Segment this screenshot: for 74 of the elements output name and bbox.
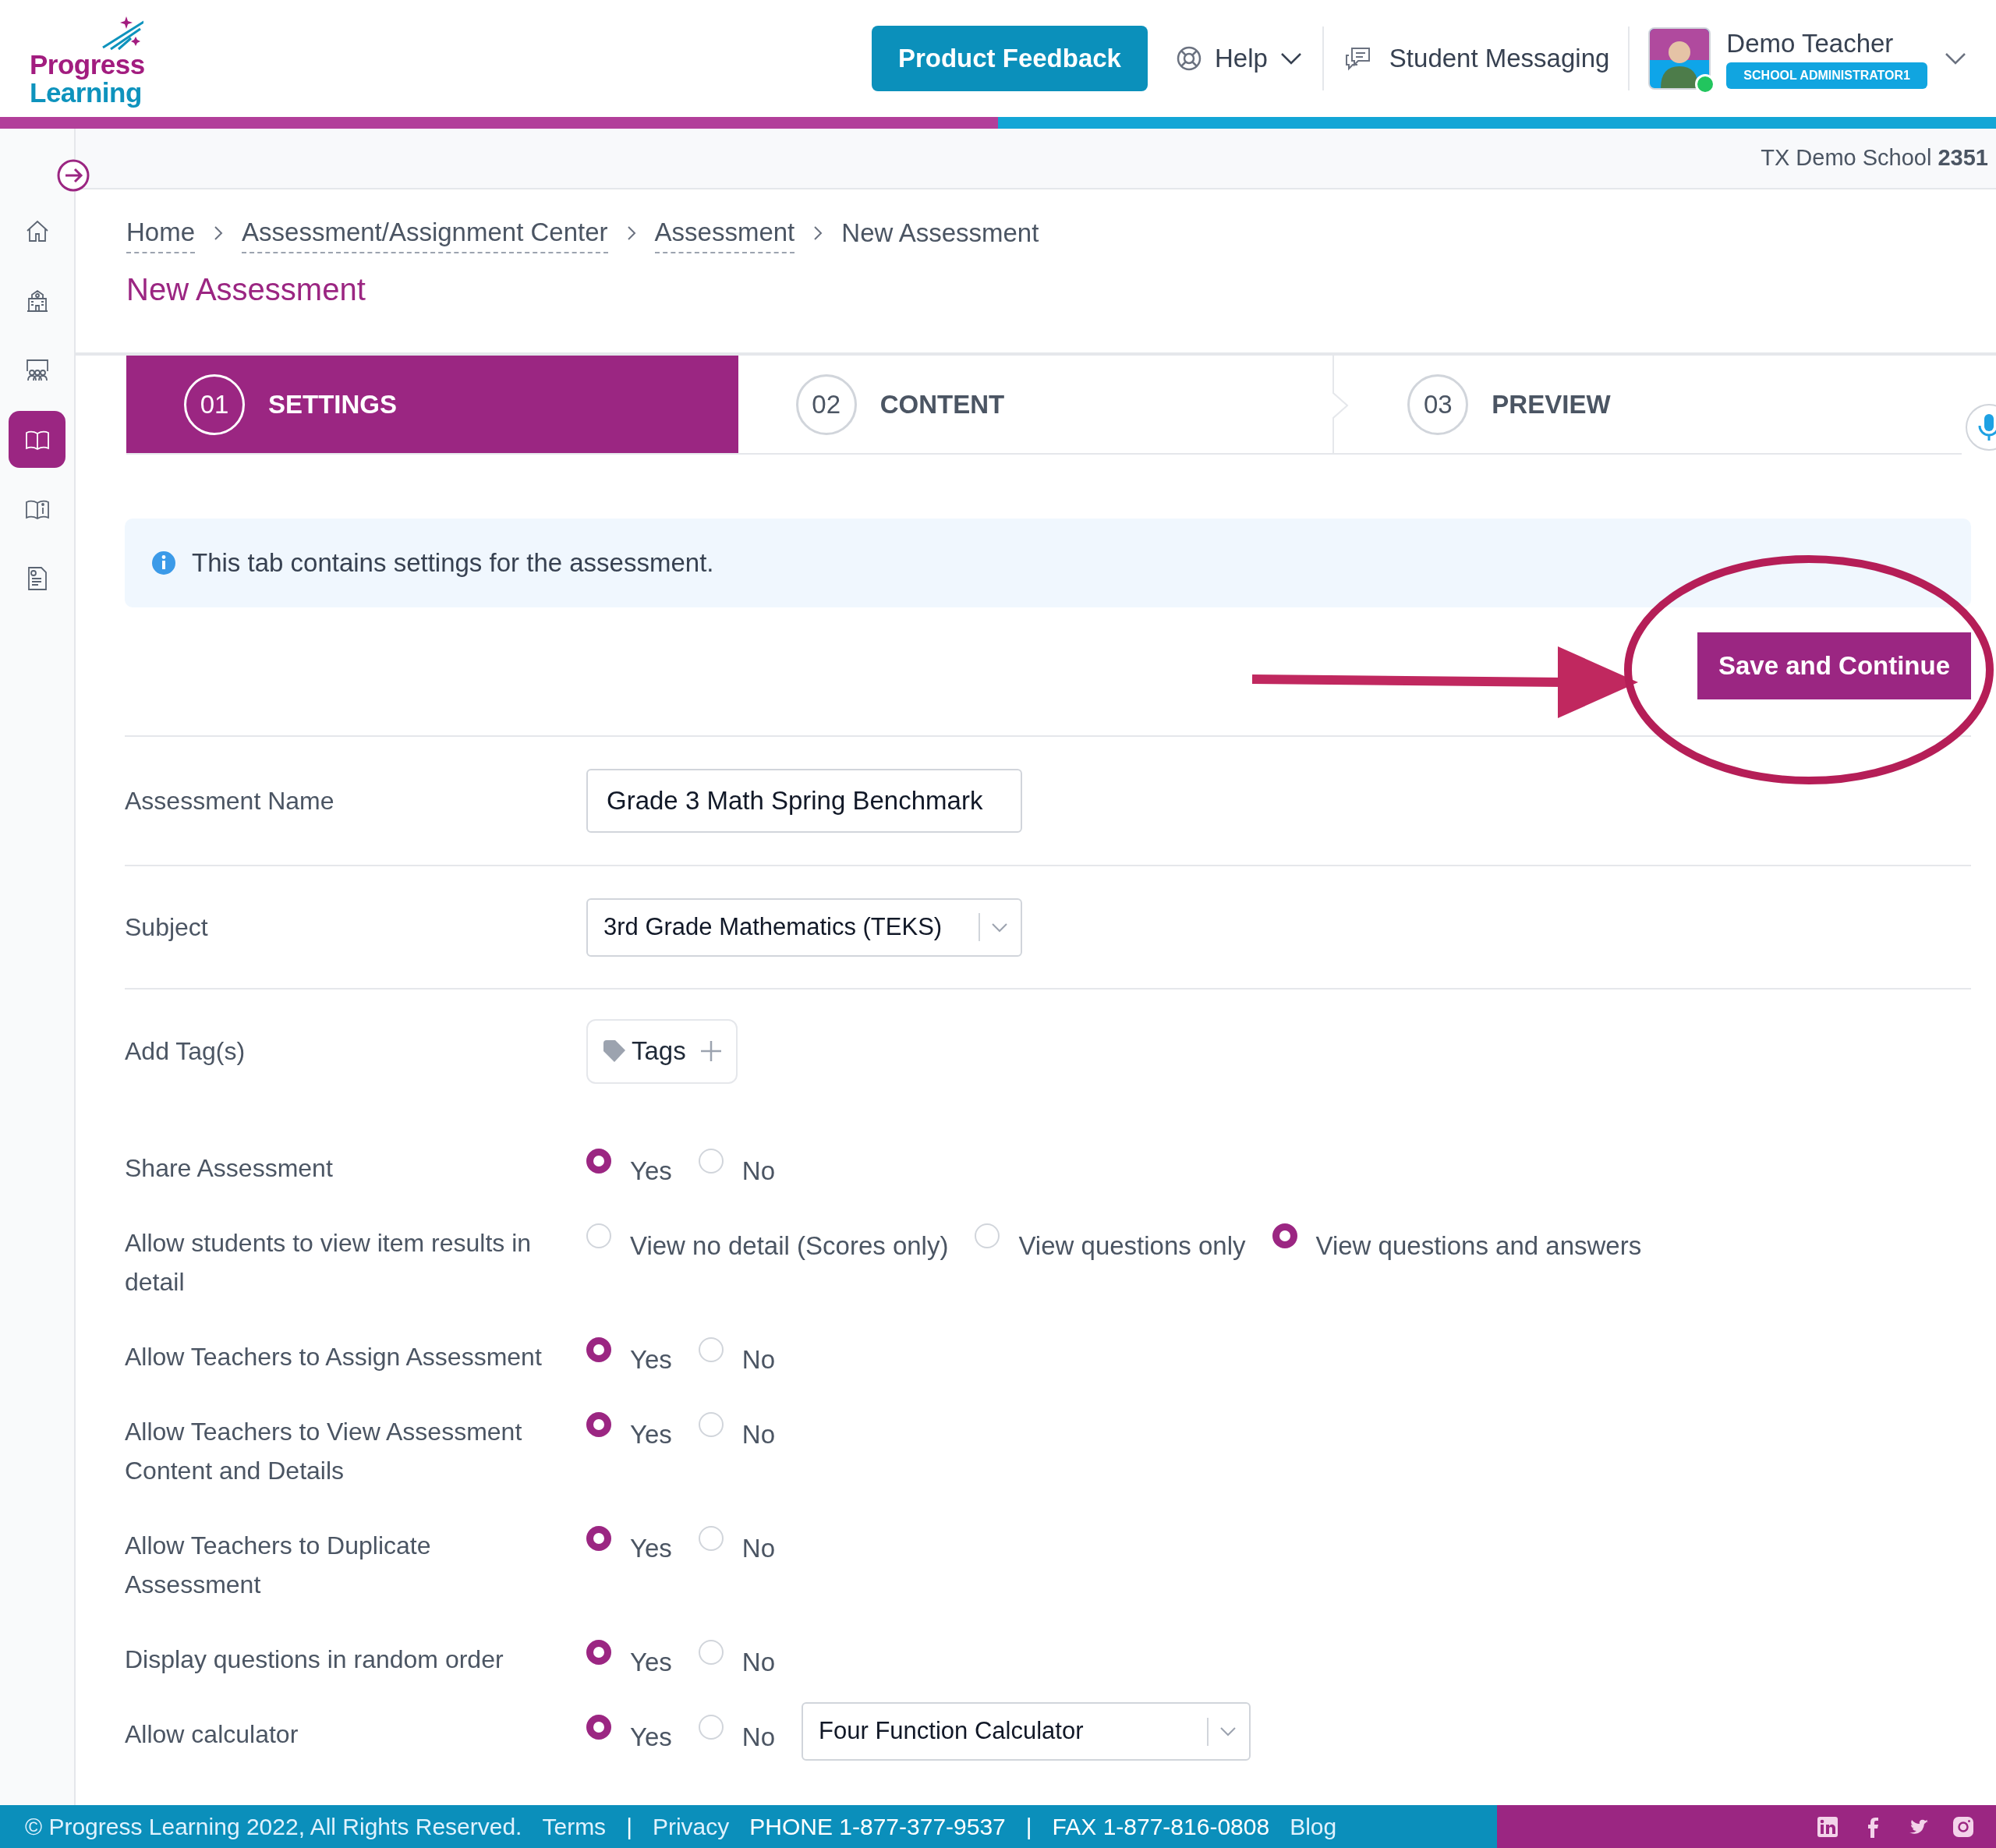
field-label: Allow students to view item results in detail [125, 1228, 533, 1297]
role-badge: SCHOOL ADMINISTRATOR1 [1726, 62, 1927, 89]
breadcrumb-current: New Assessment [841, 218, 1039, 249]
avatar[interactable] [1648, 27, 1711, 90]
field-label: Allow calculator [125, 1719, 299, 1750]
chevron-down-icon[interactable] [1945, 52, 1966, 65]
radio-option[interactable]: Yes [586, 1715, 672, 1754]
radio-button[interactable] [586, 1640, 611, 1665]
expand-sidebar-icon[interactable] [56, 158, 90, 193]
field-label: Share Assessment [125, 1153, 334, 1184]
plus-icon [699, 1040, 722, 1062]
radio-option[interactable]: No [698, 1640, 776, 1679]
lifebuoy-icon [1175, 45, 1202, 72]
radio-option[interactable]: View questions only [975, 1223, 1246, 1262]
student-messaging-link[interactable]: Student Messaging [1343, 39, 1610, 78]
sidebar-item[interactable] [9, 411, 65, 468]
radio-option[interactable]: Yes [586, 1337, 672, 1376]
chevron-right-icon [626, 225, 636, 241]
subject-dropdown[interactable]: 3rd Grade Mathematics (TEKS) [586, 897, 1022, 957]
chevron-right-icon [214, 225, 224, 241]
logo[interactable]: Progress Learning [30, 10, 145, 107]
field-label: Subject [125, 912, 209, 943]
radio-option[interactable]: Yes [586, 1526, 672, 1565]
radio-option[interactable]: No [698, 1715, 776, 1754]
instagram-icon[interactable] [1952, 1815, 1974, 1838]
tag-icon [602, 1039, 627, 1064]
separator: | [1025, 1813, 1032, 1841]
radio-option[interactable]: Yes [586, 1640, 672, 1679]
radio-button[interactable] [586, 1526, 611, 1551]
tags-button[interactable]: Tags [586, 1018, 738, 1084]
info-icon [151, 551, 176, 575]
save-and-continue-button[interactable]: Save and Continue [1697, 632, 1971, 699]
breadcrumb-link[interactable]: Assessment/Assignment Center [242, 213, 608, 253]
field-label: Allow Teachers to Assign Assessment [125, 1342, 543, 1372]
school-name: TX Demo School 2351 [1761, 144, 1988, 172]
radio-button[interactable] [586, 1337, 611, 1362]
radio-option[interactable]: No [698, 1412, 776, 1451]
field-label: Add Tag(s) [125, 1036, 246, 1067]
separator: | [626, 1813, 632, 1841]
field-label: Display questions in random order [125, 1644, 504, 1675]
contact-text: FAX 1-877-816-0808 [1052, 1813, 1270, 1841]
linkedin-icon[interactable] [1817, 1815, 1839, 1838]
field-label: Assessment Name [125, 786, 335, 816]
step-tab[interactable]: 02 CONTENT [738, 356, 1350, 453]
field-label: Allow Teachers to Duplicate Assessment [125, 1531, 432, 1600]
chat-bubbles-icon [1343, 46, 1372, 71]
radio-option[interactable]: Yes [586, 1149, 672, 1188]
radio-option[interactable]: View no detail (Scores only) [586, 1223, 949, 1262]
copyright-text: © Progress Learning 2022, All Rights Reserved. [25, 1813, 522, 1841]
radio-option[interactable]: No [698, 1149, 776, 1188]
page-title: New Assessment [126, 271, 366, 308]
chevron-down-icon [1219, 1726, 1237, 1736]
calculator-dropdown[interactable]: Four Function Calculator [802, 1702, 1251, 1761]
radio-option[interactable]: View questions and answers [1272, 1223, 1642, 1262]
radio-button[interactable] [586, 1715, 611, 1740]
help-menu[interactable]: Help [1175, 39, 1302, 78]
radio-option[interactable]: No [698, 1526, 776, 1565]
info-text: This tab contains settings for the assessment. [192, 547, 714, 579]
radio-option[interactable]: No [698, 1337, 776, 1376]
step-tab[interactable]: 01 SETTINGS [126, 356, 738, 453]
field-label: Allow Teachers to View Assessment Content and Details [125, 1417, 523, 1486]
chevron-down-icon [991, 922, 1008, 933]
radio-button[interactable] [586, 1149, 611, 1174]
text-input[interactable]: Grade 3 Math Spring Benchmark [586, 769, 1022, 833]
radio-button[interactable] [586, 1412, 611, 1437]
contact-text: PHONE 1-877-377-9537 [749, 1813, 1006, 1841]
chevron-right-icon [813, 225, 823, 241]
breadcrumb-link[interactable]: Assessment [654, 213, 795, 253]
breadcrumb-link[interactable]: Home [126, 213, 196, 253]
radio-button[interactable] [1272, 1223, 1297, 1248]
chevron-down-icon [1279, 52, 1302, 65]
user-name: Demo Teacher [1726, 28, 1895, 59]
radio-option[interactable]: Yes [586, 1412, 672, 1451]
product-feedback-button[interactable]: Product Feedback [871, 26, 1148, 91]
